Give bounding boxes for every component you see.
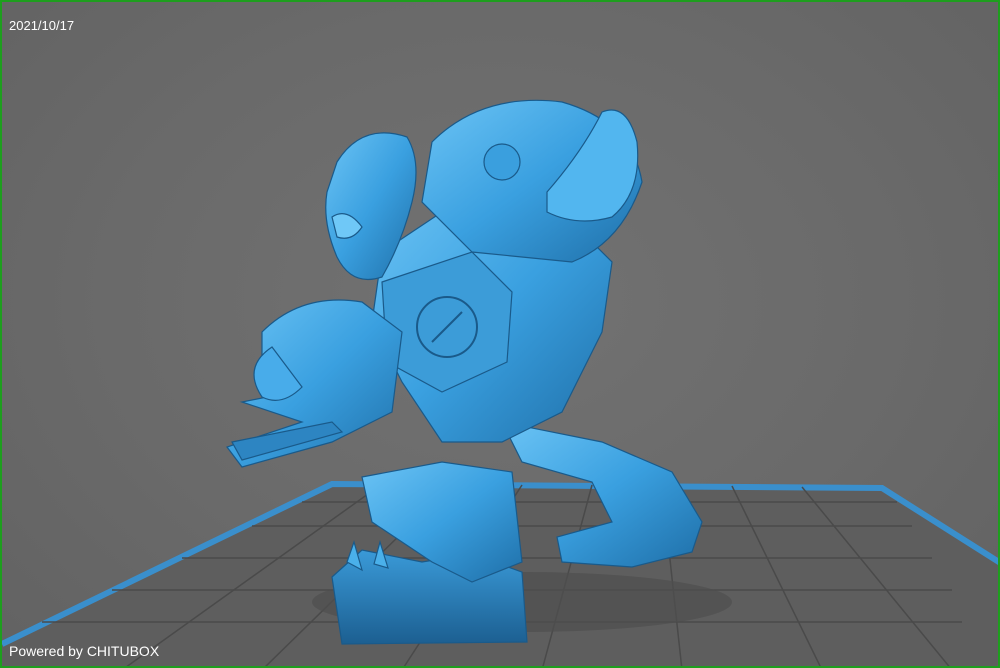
powered-by-watermark: Powered by CHITUBOX (9, 643, 160, 659)
date-label: 2021/10/17 (9, 18, 75, 33)
viewport-scene[interactable] (2, 2, 1000, 668)
3d-viewport[interactable]: 2021/10/17 Powered by CHITUBOX (0, 0, 1000, 668)
